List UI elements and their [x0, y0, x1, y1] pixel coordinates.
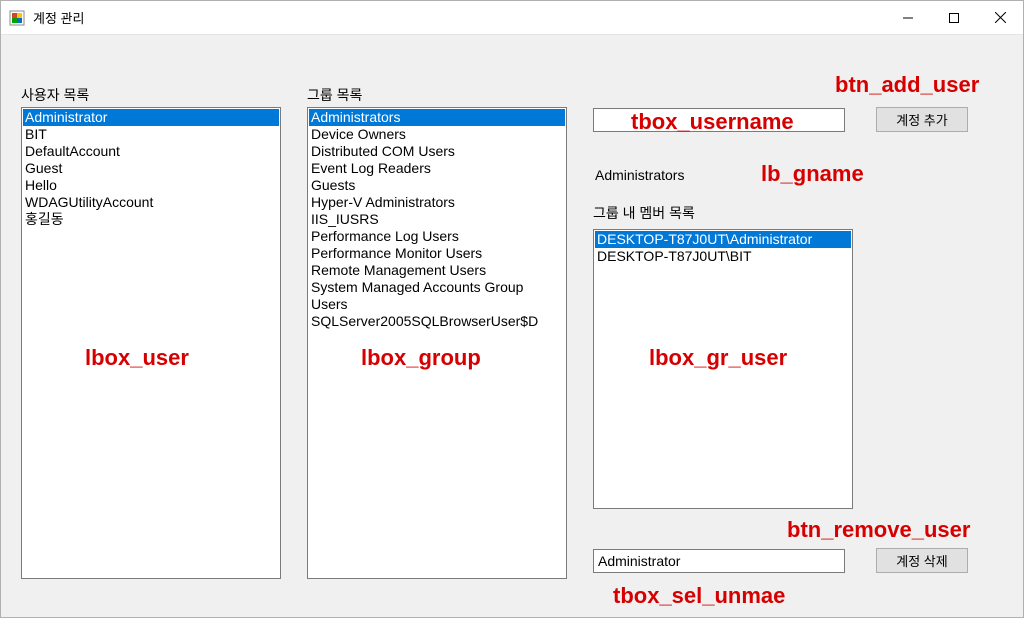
list-item[interactable]: Hyper-V Administrators	[309, 194, 565, 211]
list-item[interactable]: Guest	[23, 160, 279, 177]
label-group-members: 그룹 내 멤버 목록	[593, 203, 695, 223]
tbox-sel-uname[interactable]	[593, 549, 845, 573]
list-item[interactable]: Device Owners	[309, 126, 565, 143]
client-area: 사용자 목록 그룹 목록 AdministratorBITDefaultAcco…	[1, 35, 1023, 617]
list-item[interactable]: DESKTOP-T87J0UT\Administrator	[595, 231, 851, 248]
window-title: 계정 관리	[33, 8, 885, 27]
list-item[interactable]: Administrator	[23, 109, 279, 126]
list-item[interactable]: Distributed COM Users	[309, 143, 565, 160]
list-item[interactable]: SQLServer2005SQLBrowserUser$D	[309, 313, 565, 330]
window-frame: 계정 관리 사용자 목록 그룹 목록 AdministratorBITDefau…	[0, 0, 1024, 618]
titlebar: 계정 관리	[1, 1, 1023, 35]
annot-lb-gname: lb_gname	[761, 161, 864, 187]
list-item[interactable]: System Managed Accounts Group	[309, 279, 565, 296]
list-item[interactable]: 홍길동	[23, 211, 279, 228]
label-user-list: 사용자 목록	[21, 85, 89, 105]
annot-lbox-user: lbox_user	[85, 345, 189, 371]
list-item[interactable]: DESKTOP-T87J0UT\BIT	[595, 248, 851, 265]
label-group-list: 그룹 목록	[307, 85, 362, 105]
list-item[interactable]: Performance Monitor Users	[309, 245, 565, 262]
close-button[interactable]	[977, 1, 1023, 34]
list-item[interactable]: Hello	[23, 177, 279, 194]
list-item[interactable]: Administrators	[309, 109, 565, 126]
lbox-group[interactable]: AdministratorsDevice OwnersDistributed C…	[307, 107, 567, 579]
list-item[interactable]: Performance Log Users	[309, 228, 565, 245]
annot-btn-add-user: btn_add_user	[835, 72, 979, 98]
list-item[interactable]: Users	[309, 296, 565, 313]
annot-tbox-username: tbox_username	[631, 109, 794, 135]
btn-remove-user[interactable]: 계정 삭제	[876, 548, 968, 573]
list-item[interactable]: IIS_IUSRS	[309, 211, 565, 228]
annot-lbox-gr-user: lbox_gr_user	[649, 345, 787, 371]
list-item[interactable]: Event Log Readers	[309, 160, 565, 177]
app-icon	[9, 10, 25, 26]
annot-lbox-group: lbox_group	[361, 345, 481, 371]
lb-gname: Administrators	[595, 167, 684, 183]
minimize-button[interactable]	[885, 1, 931, 34]
list-item[interactable]: DefaultAccount	[23, 143, 279, 160]
annot-btn-remove-user: btn_remove_user	[787, 517, 970, 543]
btn-add-user[interactable]: 계정 추가	[876, 107, 968, 132]
list-item[interactable]: WDAGUtilityAccount	[23, 194, 279, 211]
maximize-button[interactable]	[931, 1, 977, 34]
list-item[interactable]: Guests	[309, 177, 565, 194]
list-item[interactable]: Remote Management Users	[309, 262, 565, 279]
list-item[interactable]: BIT	[23, 126, 279, 143]
annot-tbox-sel-uname: tbox_sel_unmae	[613, 583, 785, 609]
window-controls	[885, 1, 1023, 34]
lbox-user[interactable]: AdministratorBITDefaultAccountGuestHello…	[21, 107, 281, 579]
